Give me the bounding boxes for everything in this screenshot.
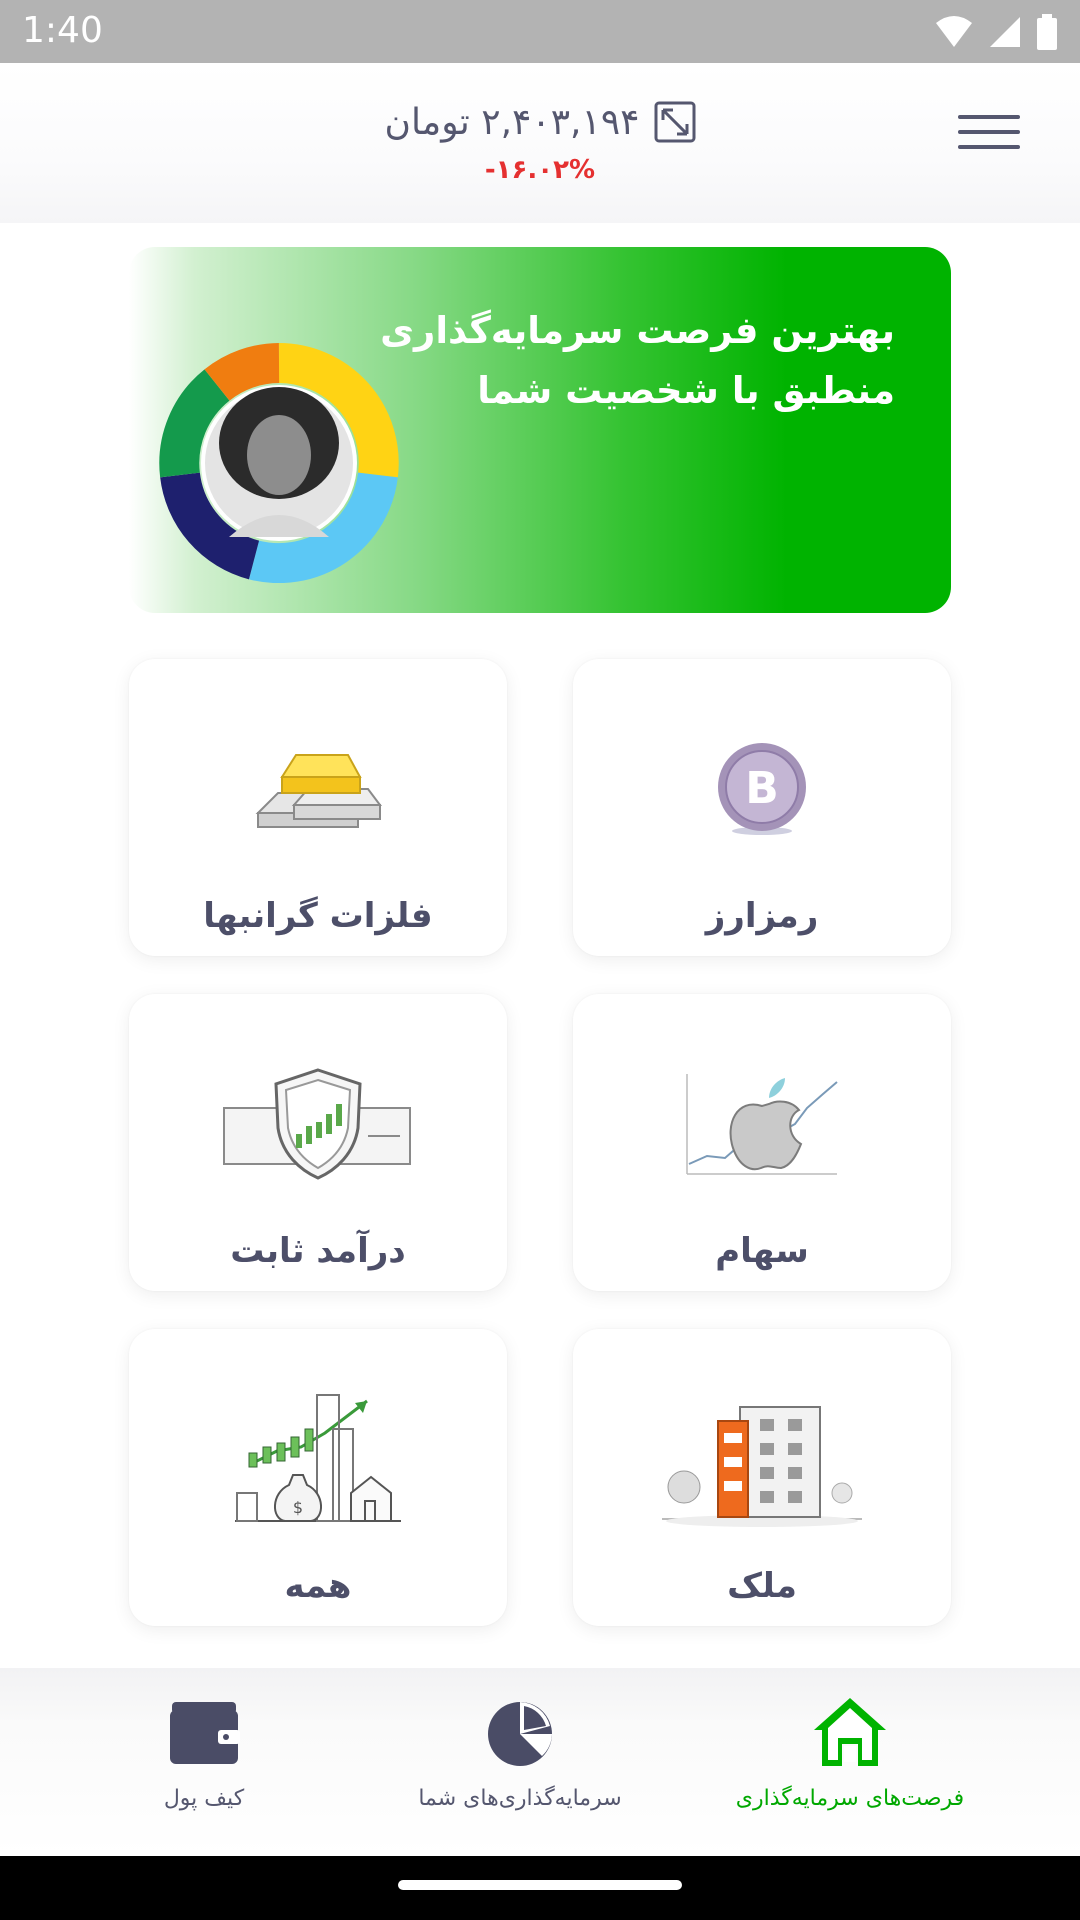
category-card-stocks[interactable]: سهام — [573, 994, 951, 1291]
category-card-crypto[interactable]: B رمزارز — [573, 659, 951, 956]
category-label: درآمد ثابت — [230, 1231, 406, 1271]
menu-line — [958, 130, 1020, 134]
gesture-handle[interactable] — [398, 1880, 682, 1890]
balance-value: ۲,۴۰۳,۱۹۴ تومان — [384, 101, 640, 143]
banner-line-2: منطبق با شخصیت شما — [477, 369, 895, 412]
portfolio-donut-illustration — [159, 343, 399, 583]
portrait-face — [247, 415, 311, 495]
category-label: ملک — [727, 1566, 797, 1606]
category-label: همه — [284, 1566, 352, 1606]
personality-banner[interactable]: بهترین فرصت سرمایه‌گذاری منطبق با شخصیت … — [129, 247, 951, 613]
shield-bond-icon — [129, 1054, 507, 1194]
category-card-real-estate[interactable]: ملک — [573, 1329, 951, 1626]
bottom-navigation: فرصت‌های سرمایه‌گذاری سرمایه‌گذاری‌های ش… — [0, 1668, 1080, 1856]
status-icons — [934, 12, 1058, 52]
status-time: 1:40 — [22, 10, 103, 51]
category-label: فلزات گرانبها — [203, 896, 433, 936]
expand-icon[interactable] — [654, 101, 696, 143]
nav-label: سرمایه‌گذاری‌های شما — [418, 1786, 622, 1811]
apple-stock-chart-icon — [573, 1054, 951, 1194]
nav-tab-wallet[interactable]: کیف پول — [24, 1692, 384, 1842]
home-icon — [814, 1698, 886, 1766]
category-card-fixed-income[interactable]: درآمد ثابت — [129, 994, 507, 1291]
bitcoin-coin-icon: B — [573, 719, 951, 859]
banner-line-1: بهترین فرصت سرمایه‌گذاری — [380, 309, 895, 352]
main-content: بهترین فرصت سرمایه‌گذاری منطبق با شخصیت … — [0, 223, 1080, 1668]
nav-label: فرصت‌های سرمایه‌گذاری — [735, 1786, 965, 1811]
banner-text: بهترین فرصت سرمایه‌گذاری منطبق با شخصیت … — [375, 301, 895, 421]
pie-chart-icon — [488, 1702, 552, 1766]
balance-change: -۱۶.۰۲% — [484, 155, 596, 185]
menu-line — [958, 115, 1020, 119]
menu-line — [958, 145, 1020, 149]
all-investments-icon: $ — [129, 1389, 507, 1529]
category-label: رمزارز — [705, 896, 819, 936]
battery-icon — [1037, 14, 1057, 50]
signal-icon — [990, 17, 1020, 47]
header: ۲,۴۰۳,۱۹۴ تومان -۱۶.۰۲% — [0, 63, 1080, 223]
balance-row: ۲,۴۰۳,۱۹۴ تومان — [0, 101, 1080, 143]
nav-label: کیف پول — [163, 1786, 245, 1811]
category-card-all[interactable]: $ همه — [129, 1329, 507, 1626]
status-bar: 1:40 — [0, 0, 1080, 63]
nav-tab-your-investments[interactable]: سرمایه‌گذاری‌های شما — [340, 1692, 700, 1842]
gesture-bar — [0, 1856, 1080, 1920]
building-icon — [573, 1389, 951, 1529]
category-card-precious-metals[interactable]: فلزات گرانبها — [129, 659, 507, 956]
menu-button[interactable] — [958, 115, 1020, 155]
svg-text:B: B — [745, 763, 779, 814]
category-label: سهام — [715, 1231, 809, 1271]
gold-bars-icon — [129, 719, 507, 859]
nav-tab-investment-opportunities[interactable]: فرصت‌های سرمایه‌گذاری — [670, 1692, 1030, 1842]
svg-text:$: $ — [293, 1498, 303, 1517]
wallet-icon — [170, 1702, 240, 1764]
wifi-icon — [936, 16, 972, 47]
